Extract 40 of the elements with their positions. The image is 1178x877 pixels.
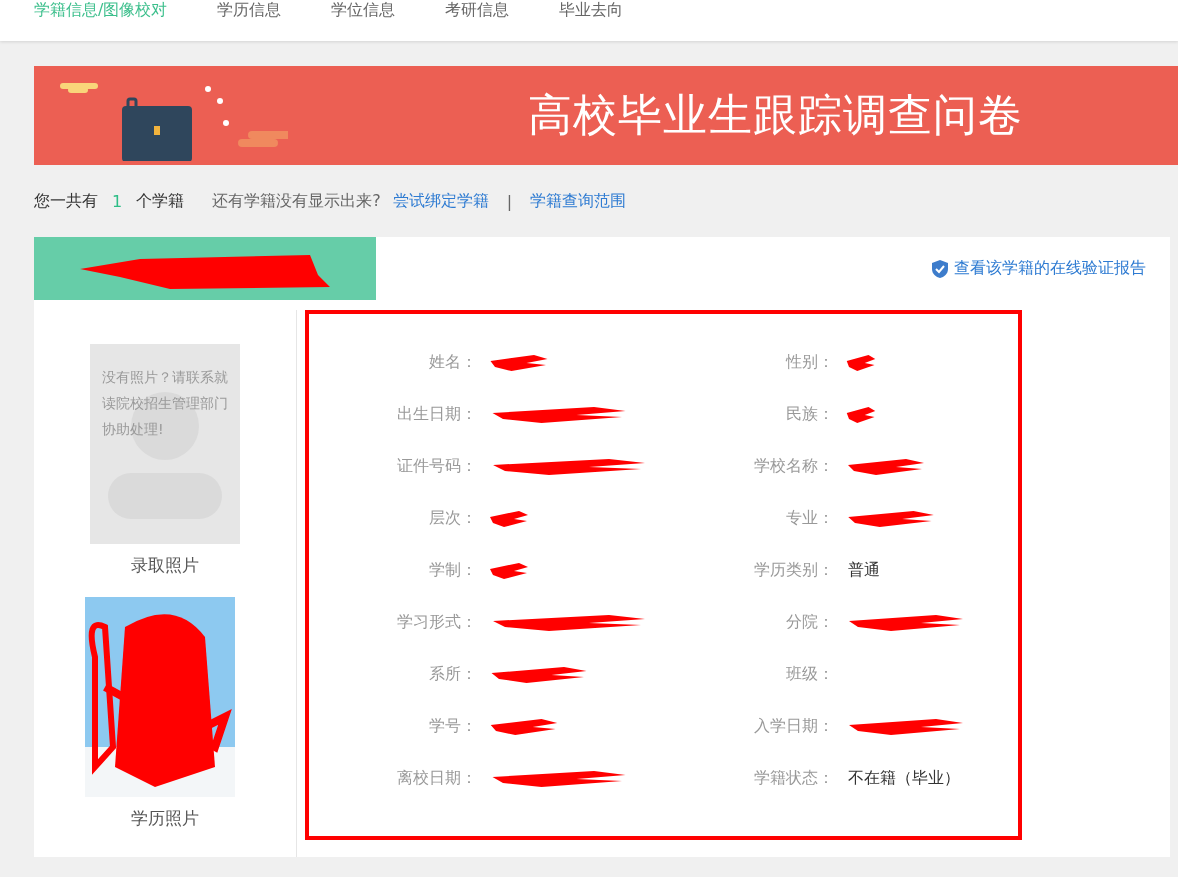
- field-label: 系所：: [428, 663, 477, 685]
- field-label: 层次：: [428, 507, 477, 529]
- missing-records-question: 还有学籍没有显示出来?: [212, 190, 381, 212]
- field-value: 不在籍（毕业）: [847, 767, 960, 789]
- field-label: 分院：: [784, 611, 834, 633]
- record-header[interactable]: [34, 237, 376, 300]
- record-count-text: 个学籍: [136, 190, 185, 212]
- nav-tab[interactable]: 学籍信息/图像校对: [34, 0, 168, 20]
- nav-tab[interactable]: 学位信息: [331, 0, 396, 20]
- bind-record-link[interactable]: 尝试绑定学籍: [392, 190, 489, 212]
- field-label: 证件号码：: [396, 455, 477, 477]
- field-label: 姓名：: [428, 351, 477, 373]
- nav-tab[interactable]: 学历信息: [217, 0, 282, 20]
- record-count: 1: [112, 191, 123, 211]
- field-label: 学籍状态：: [752, 767, 834, 789]
- field-label: 性别：: [784, 351, 834, 373]
- field-label: 专业：: [784, 507, 834, 529]
- query-scope-link[interactable]: 学籍查询范围: [530, 190, 627, 212]
- banner-title: 高校毕业生跟踪调查问卷: [528, 88, 1023, 142]
- field-label: 离校日期：: [396, 767, 477, 789]
- field-label: 民族：: [784, 403, 834, 425]
- field-label: 学校名称：: [752, 455, 834, 477]
- link-separator: |: [506, 191, 513, 211]
- survey-banner[interactable]: 高校毕业生跟踪调查问卷: [34, 66, 1178, 165]
- field-label: 学习形式：: [396, 611, 477, 633]
- field-label: 学制：: [428, 559, 477, 581]
- field-label: 学号：: [428, 715, 477, 737]
- no-photo-note: 没有照片？请联系就读院校招生管理部门协助处理!: [102, 368, 229, 439]
- nav-tab[interactable]: 考研信息: [445, 0, 510, 20]
- field-value: 普通: [847, 559, 880, 581]
- field-label: 入学日期：: [752, 715, 834, 737]
- verification-report-link[interactable]: 查看该学籍的在线验证报告: [932, 258, 1146, 279]
- field-label: 学历类别：: [752, 559, 834, 581]
- record-count-text: 您一共有: [34, 190, 98, 212]
- photo-caption: 录取照片: [131, 554, 199, 577]
- field-label: 出生日期：: [396, 403, 477, 425]
- photo-caption: 学历照片: [131, 807, 199, 830]
- nav-tab[interactable]: 毕业去向: [559, 0, 624, 20]
- shield-check-icon: [932, 259, 948, 278]
- field-label: 班级：: [784, 663, 834, 685]
